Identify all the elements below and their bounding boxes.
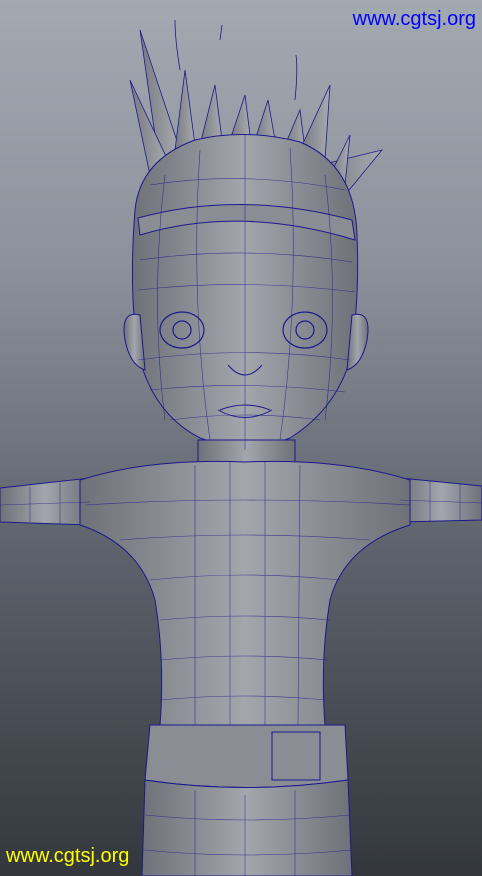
3d-viewport[interactable]: www.cgtsj.org www.cgtsj.org xyxy=(0,0,482,876)
left-arm xyxy=(0,477,91,526)
right-arm xyxy=(399,477,482,523)
watermark-top: www.cgtsj.org xyxy=(352,8,476,30)
character-wireframe-model xyxy=(0,19,482,876)
belt xyxy=(144,724,349,788)
torso xyxy=(79,460,411,726)
legs xyxy=(141,779,353,876)
hair-strands xyxy=(174,19,298,101)
watermark-bottom: www.cgtsj.org xyxy=(6,845,130,867)
